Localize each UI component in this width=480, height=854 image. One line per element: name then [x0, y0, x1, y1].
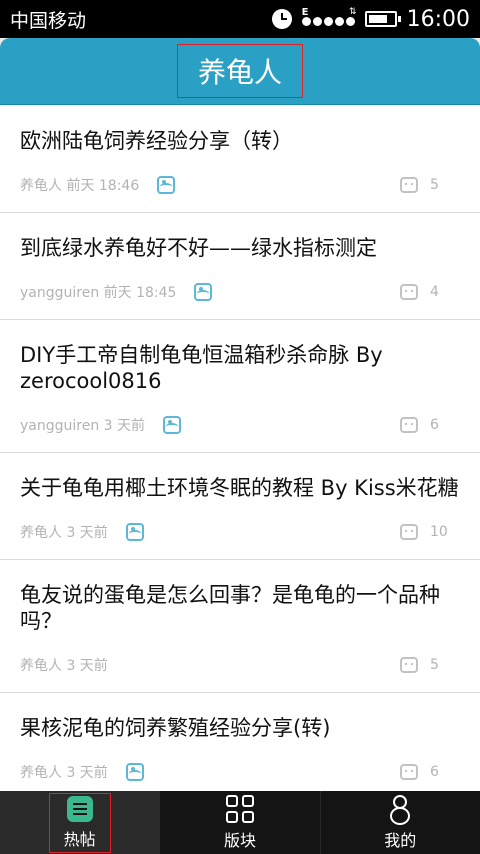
comment-count: 4: [430, 284, 439, 300]
post-title: DIY手工帝自制龟龟恒温箱秒杀命脉 By zerocool0816: [20, 343, 383, 393]
comment-count: 5: [430, 177, 439, 193]
tab-label: 我的: [384, 830, 417, 850]
comment-count: 6: [430, 417, 439, 433]
grid-icon: [225, 794, 254, 823]
post-author: 养龟人: [20, 658, 62, 674]
alarm-clock-icon: [271, 9, 292, 29]
post-title: 关于龟龟用椰土环境冬眠的教程 By Kiss米花糖: [20, 476, 459, 500]
list-item[interactable]: DIY手工帝自制龟龟恒温箱秒杀命脉 By zerocool0816 yanggu…: [0, 320, 480, 453]
list-item[interactable]: 到底绿水养龟好不好——绿水指标测定 yangguiren 前天 18:45 4: [0, 213, 480, 320]
comment-icon: [400, 417, 418, 433]
post-title: 果核泥龟的饲养繁殖经验分享(转): [20, 716, 331, 740]
post-author: 养龟人: [20, 178, 62, 194]
comment-icon: [400, 764, 418, 780]
comment-count: 10: [430, 524, 448, 540]
post-author: yangguiren: [20, 285, 100, 301]
status-bar: 中国移动 E ⇅ 16:00: [0, 0, 480, 38]
image-attachment-icon: [125, 763, 144, 781]
post-time: 前天 18:45: [103, 285, 177, 301]
tab-label: 热帖: [63, 829, 96, 849]
post-meta: 养龟人 前天 18:46: [20, 175, 139, 195]
post-meta: 养龟人 3 天前: [20, 655, 108, 675]
network-type-label: E: [301, 6, 309, 18]
post-author: yangguiren: [20, 418, 100, 434]
post-list: 欧洲陆龟饲养经验分享（转） 养龟人 前天 18:46 5 到底绿水养龟好不好——…: [0, 106, 480, 792]
carrier-label: 中国移动: [10, 9, 87, 32]
app-header: 养龟人: [0, 38, 480, 105]
post-time: 3 天前: [66, 765, 108, 781]
post-meta: yangguiren 前天 18:45: [20, 282, 176, 302]
person-icon: [390, 794, 411, 825]
comment-count: 6: [430, 764, 439, 780]
post-title: 欧洲陆龟饲养经验分享（转）: [20, 129, 293, 153]
list-item[interactable]: 欧洲陆龟饲养经验分享（转） 养龟人 前天 18:46 5: [0, 106, 480, 213]
comment-icon: [400, 177, 418, 193]
post-time: 3 天前: [66, 658, 108, 674]
image-attachment-icon: [157, 176, 176, 194]
post-time: 3 天前: [103, 418, 146, 434]
image-attachment-icon: [163, 416, 182, 434]
tab-mine[interactable]: 我的: [321, 791, 480, 854]
post-title: 龟友说的蛋龟是怎么回事？是龟龟的一个品种吗？: [20, 583, 440, 633]
image-attachment-icon: [194, 283, 213, 301]
battery-icon: [364, 11, 401, 27]
image-attachment-icon: [125, 523, 144, 541]
status-time: 16:00: [406, 6, 470, 32]
post-author: 养龟人: [20, 525, 62, 541]
post-meta: 养龟人 3 天前: [20, 762, 108, 782]
post-time: 前天 18:46: [66, 178, 140, 194]
list-item[interactable]: 龟友说的蛋龟是怎么回事？是龟龟的一个品种吗？ 养龟人 3 天前 5: [0, 560, 480, 693]
page-title: 养龟人: [176, 44, 303, 98]
post-meta: yangguiren 3 天前: [20, 415, 145, 435]
tab-label: 版块: [223, 830, 256, 850]
hot-posts-icon: [66, 795, 93, 822]
comment-count: 5: [430, 657, 439, 673]
post-author: 养龟人: [20, 765, 62, 781]
tab-sections[interactable]: 版块: [160, 791, 321, 854]
signal-strength-icon: E ⇅: [301, 7, 357, 26]
bottom-tab-bar: 热帖 版块 我的: [0, 791, 480, 854]
list-item[interactable]: 关于龟龟用椰土环境冬眠的教程 By Kiss米花糖 养龟人 3 天前 10: [0, 453, 480, 560]
comment-icon: [400, 524, 418, 540]
comment-icon: [400, 284, 418, 300]
post-title: 到底绿水养龟好不好——绿水指标测定: [20, 236, 377, 260]
post-time: 3 天前: [66, 525, 108, 541]
comment-icon: [400, 657, 418, 673]
list-item[interactable]: 果核泥龟的饲养繁殖经验分享(转) 养龟人 3 天前 6: [0, 693, 480, 792]
tab-hot-posts[interactable]: 热帖: [0, 791, 161, 854]
post-meta: 养龟人 3 天前: [20, 522, 108, 542]
